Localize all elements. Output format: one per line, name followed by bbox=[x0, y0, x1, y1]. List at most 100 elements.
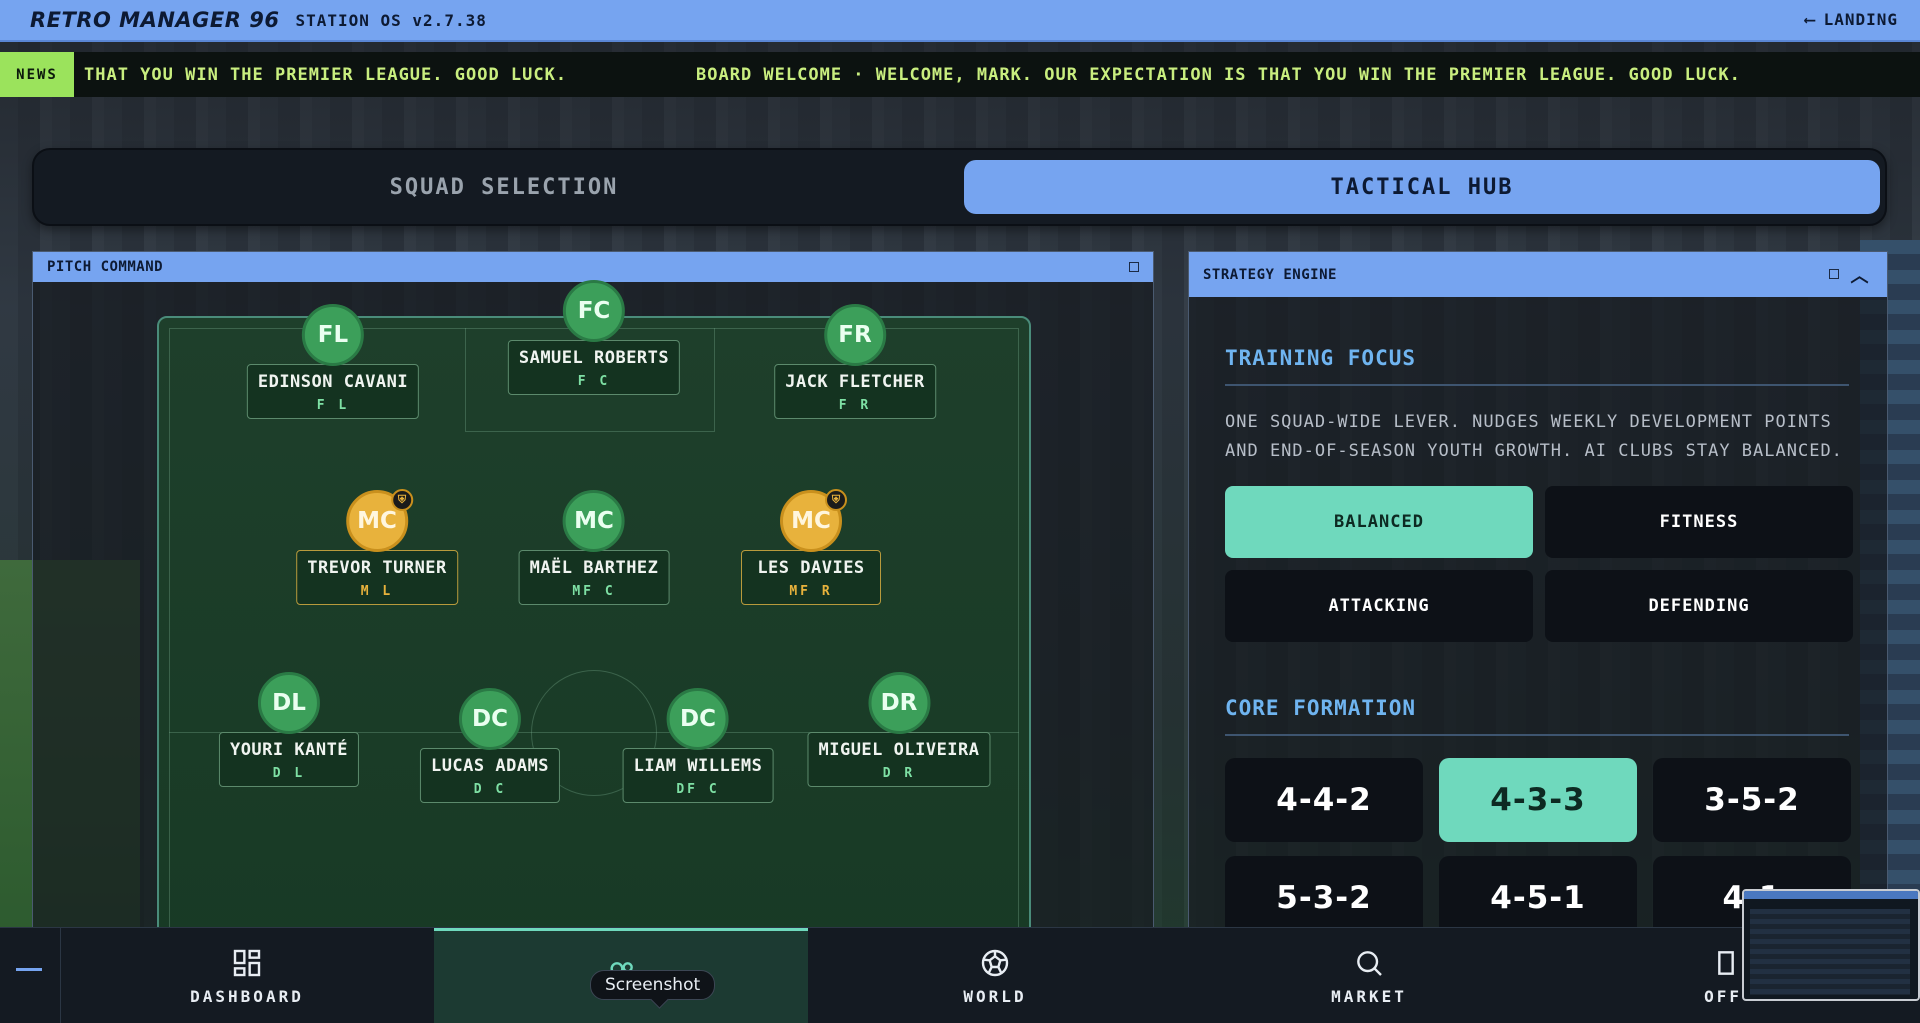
position-badge: DC bbox=[459, 688, 521, 750]
player-card: LUCAS ADAMS D C bbox=[419, 748, 561, 803]
player-name: MAËL BARTHEZ bbox=[529, 558, 659, 578]
menu-toggle[interactable] bbox=[16, 968, 42, 971]
player-name: YOURI KANTÉ bbox=[229, 740, 349, 760]
section-divider bbox=[1225, 734, 1849, 736]
pitch-panel-title: PITCH COMMAND bbox=[47, 259, 164, 275]
player-card: JACK FLETCHER F R bbox=[774, 364, 936, 419]
thumbnail-preview bbox=[1750, 909, 1910, 995]
player-position: MF C bbox=[572, 584, 616, 599]
formation-option[interactable]: 4-3-3 bbox=[1439, 758, 1637, 842]
player-position: D L bbox=[272, 766, 306, 781]
strategy-panel-title: STRATEGY ENGINE bbox=[1203, 266, 1337, 283]
landing-link[interactable]: ⟵ LANDING bbox=[1805, 10, 1898, 29]
training-option-balanced[interactable]: BALANCED bbox=[1225, 486, 1533, 558]
tab-tactical-hub[interactable]: TACTICAL HUB bbox=[964, 160, 1880, 214]
training-focus-title: TRAINING FOCUS bbox=[1225, 346, 1417, 370]
player-name: TREVOR TURNER bbox=[307, 558, 447, 578]
training-focus-description: ONE SQUAD-WIDE LEVER. NUDGES WEEKLY DEVE… bbox=[1225, 412, 1843, 461]
tab-squad-selection[interactable]: SQUAD SELECTION bbox=[44, 160, 964, 214]
player-token[interactable]: MC ⛨ TREVOR TURNER M L bbox=[296, 489, 458, 605]
position-badge: MC bbox=[562, 490, 625, 552]
position-badge: FR bbox=[824, 304, 886, 366]
screenshot-thumbnail[interactable] bbox=[1742, 889, 1920, 1001]
os-version-label: STATION OS v2.7.38 bbox=[295, 10, 487, 30]
shield-icon: ⛨ bbox=[391, 489, 413, 511]
player-name: LUCAS ADAMS bbox=[430, 756, 550, 776]
position-badge: FL bbox=[301, 304, 364, 366]
top-bar: RETRO MANAGER 96 STATION OS v2.7.38 ⟵ LA… bbox=[0, 0, 1920, 42]
landing-label: LANDING bbox=[1823, 10, 1898, 29]
thumbnail-titlebar bbox=[1744, 891, 1918, 899]
player-name: LES DAVIES bbox=[757, 558, 865, 578]
maximize-icon[interactable] bbox=[1829, 269, 1839, 279]
player-token[interactable]: DC LUCAS ADAMS D C bbox=[419, 688, 561, 803]
formation-option[interactable]: 4-4-2 bbox=[1225, 758, 1423, 842]
player-card: EDINSON CAVANI F L bbox=[246, 364, 420, 419]
ticker-text-partial: THAT YOU WIN THE PREMIER LEAGUE. GOOD LU… bbox=[84, 64, 568, 85]
player-position: F L bbox=[316, 398, 350, 413]
player-position: M L bbox=[360, 584, 394, 599]
player-position: D R bbox=[882, 766, 916, 781]
section-divider bbox=[1225, 384, 1849, 386]
training-option-fitness[interactable]: FITNESS bbox=[1545, 486, 1853, 558]
player-card: SAMUEL ROBERTS F C bbox=[507, 340, 681, 395]
player-card: LES DAVIES MF R bbox=[741, 550, 881, 605]
formation-option[interactable]: 3-5-2 bbox=[1653, 758, 1851, 842]
dashboard-icon bbox=[233, 949, 261, 976]
shield-icon: ⛨ bbox=[825, 489, 847, 511]
nav-world[interactable]: WORLD bbox=[808, 928, 1182, 1023]
player-token[interactable]: FL EDINSON CAVANI F L bbox=[246, 304, 420, 419]
position-badge: FC bbox=[562, 280, 625, 342]
position-badge: DR bbox=[868, 672, 930, 734]
position-badge: MC ⛨ bbox=[780, 489, 847, 552]
nav-market[interactable]: MARKET bbox=[1182, 928, 1556, 1023]
player-name: EDINSON CAVANI bbox=[257, 372, 409, 392]
player-token[interactable]: DC LIAM WILLEMS DF C bbox=[622, 688, 774, 803]
player-card: TREVOR TURNER M L bbox=[296, 550, 458, 605]
player-name: LIAM WILLEMS bbox=[633, 756, 763, 776]
news-tag: NEWS bbox=[0, 52, 74, 97]
player-position: D C bbox=[473, 782, 507, 797]
nav-office-label: OFF bbox=[1704, 986, 1742, 1006]
player-token[interactable]: FC SAMUEL ROBERTS F C bbox=[507, 280, 681, 395]
player-token[interactable]: FR JACK FLETCHER F R bbox=[774, 304, 936, 419]
nav-market-label: MARKET bbox=[1331, 986, 1407, 1006]
player-position: F R bbox=[838, 398, 872, 413]
player-position: F C bbox=[577, 374, 611, 389]
player-token[interactable]: MC MAËL BARTHEZ MF C bbox=[518, 490, 670, 605]
search-icon bbox=[1357, 950, 1382, 976]
player-card: MIGUEL OLIVEIRA D R bbox=[807, 732, 991, 787]
position-badge: DL bbox=[258, 672, 320, 734]
player-position: DF C bbox=[676, 782, 720, 797]
player-position: MF R bbox=[789, 584, 833, 599]
chevron-up-icon[interactable]: ︿ bbox=[1851, 262, 1870, 288]
position-badge: DC bbox=[666, 688, 729, 750]
player-token[interactable]: MC ⛨ LES DAVIES MF R bbox=[741, 489, 881, 605]
nav-world-label: WORLD bbox=[963, 986, 1027, 1006]
player-card: YOURI KANTÉ D L bbox=[218, 732, 360, 787]
strategy-engine-panel: STRATEGY ENGINE ︿ TRAINING FOCUS ONE SQU… bbox=[1188, 251, 1888, 940]
bottom-navigation: DASHBOARD WORLD MARKET OFF bbox=[0, 927, 1920, 1023]
nav-office[interactable]: OFF bbox=[1556, 928, 1742, 1023]
pitch-panel-header: PITCH COMMAND bbox=[33, 252, 1153, 282]
football-icon bbox=[981, 949, 1009, 976]
player-token[interactable]: DL YOURI KANTÉ D L bbox=[218, 672, 360, 787]
nav-dashboard-label: DASHBOARD bbox=[190, 986, 304, 1006]
training-option-defending[interactable]: DEFENDING bbox=[1545, 570, 1853, 642]
player-card: LIAM WILLEMS DF C bbox=[622, 748, 774, 803]
player-name: SAMUEL ROBERTS bbox=[518, 348, 670, 368]
pitch-command-panel: PITCH COMMAND FL EDINSON CAVANI F L FC SAMUE… bbox=[32, 251, 1154, 956]
player-name: MIGUEL OLIVEIRA bbox=[818, 740, 980, 760]
ticker-text-full: BOARD WELCOME · WELCOME, MARK. OUR EXPEC… bbox=[696, 64, 1741, 85]
maximize-icon[interactable] bbox=[1129, 262, 1139, 272]
strategy-panel-header: STRATEGY ENGINE ︿ bbox=[1189, 252, 1887, 297]
view-tabs: SQUAD SELECTION TACTICAL HUB bbox=[32, 148, 1887, 226]
position-badge: MC ⛨ bbox=[346, 489, 413, 552]
player-token[interactable]: DR MIGUEL OLIVEIRA D R bbox=[807, 672, 991, 787]
training-option-attacking[interactable]: ATTACKING bbox=[1225, 570, 1533, 642]
office-icon bbox=[1718, 950, 1734, 975]
news-ticker: NEWS THAT YOU WIN THE PREMIER LEAGUE. GO… bbox=[0, 52, 1920, 97]
nav-dashboard[interactable]: DASHBOARD bbox=[60, 928, 434, 1023]
player-name: JACK FLETCHER bbox=[785, 372, 925, 392]
core-formation-title: CORE FORMATION bbox=[1225, 696, 1417, 720]
